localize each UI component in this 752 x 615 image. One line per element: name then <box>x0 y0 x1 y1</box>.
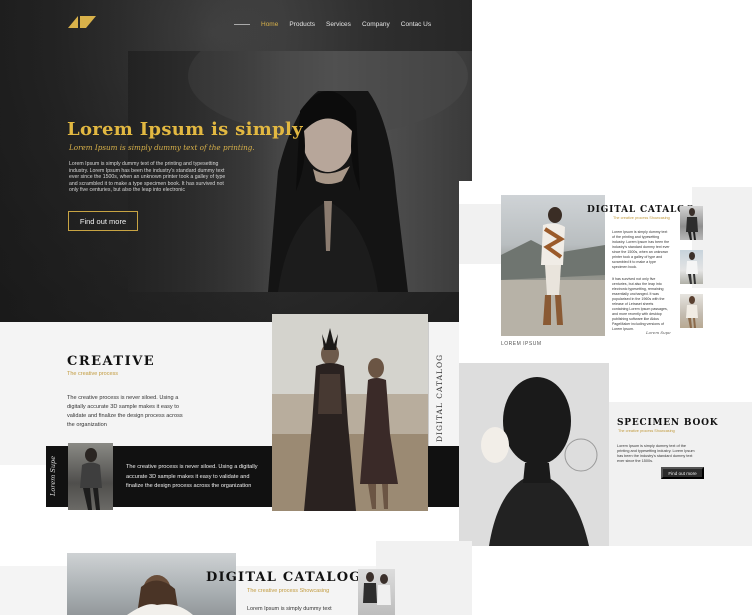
nav-item-home[interactable]: Home <box>261 21 278 28</box>
specimen-title: SPECIMEN BOOK <box>617 418 719 428</box>
catalog-thumbnail[interactable] <box>680 206 703 240</box>
digital-catalog-vertical-label: DIGITAL CATALOG <box>435 353 444 442</box>
bottom-catalog-thumbnail[interactable] <box>358 569 395 615</box>
nav-item-contact[interactable]: Contac Us <box>401 21 431 28</box>
main-nav: Home Products Services Company Contac Us <box>234 18 431 30</box>
nav-item-services[interactable]: Services <box>326 21 351 28</box>
creative-band-text: The creative process is never siloed. Us… <box>126 464 258 489</box>
find-out-more-button[interactable]: Find out more <box>68 211 138 231</box>
catalog-main-photo <box>501 195 605 336</box>
hero-section: Home Products Services Company Contac Us… <box>0 0 472 322</box>
specimen-model-photo <box>459 363 609 546</box>
nav-divider <box>234 23 250 25</box>
brand-logo-icon[interactable] <box>68 14 98 30</box>
specimen-find-out-more-button[interactable]: Find out more <box>661 467 704 479</box>
catalog-title: DIGITAL CATALOG <box>587 205 695 215</box>
creative-description: The creative process is never siloed. Us… <box>67 395 183 428</box>
hero-subtitle: Lorem Ipsum is simply dummy text of the … <box>69 143 255 152</box>
nav-item-company[interactable]: Company <box>362 21 390 28</box>
catalog-thumbnail[interactable] <box>680 294 703 328</box>
catalog-thumbnail[interactable] <box>680 250 703 284</box>
catalog-text-2: It has survived not only five centuries,… <box>612 277 668 331</box>
catalog-signature: Lorem Supe <box>646 330 671 335</box>
hero-description: Lorem Ipsum is simply dummy text of the … <box>69 161 226 193</box>
creative-thumb-photo <box>68 443 113 510</box>
catalog-text-1: Lorem Ipsum is simply dummy text of the … <box>612 230 670 269</box>
bottom-catalog-text: Lorem Ipsum is simply dummy text <box>247 606 332 612</box>
creative-title: CREATIVE <box>67 354 156 369</box>
signature-text: Lorem Supe <box>49 455 57 497</box>
bottom-catalog-title: DIGITAL CATALOG <box>206 570 362 585</box>
hero-title: Lorem Ipsum is simply <box>67 119 303 140</box>
divider-line <box>428 322 429 446</box>
specimen-text: Lorem Ipsum is simply dummy text of the … <box>617 444 695 463</box>
specimen-subtitle: The creative process Showcasing <box>618 429 675 433</box>
catalog-photo-label: LOREM IPSUM <box>501 341 542 347</box>
bottom-catalog-subtitle: The creative process Showcasing <box>247 588 330 594</box>
catalog-subtitle: The creative process Showcasing <box>613 216 670 220</box>
gown-models-photo <box>272 314 428 511</box>
nav-item-products[interactable]: Products <box>289 21 315 28</box>
creative-subtitle: The creative process <box>67 371 119 377</box>
catalog-accent-block <box>459 204 502 264</box>
